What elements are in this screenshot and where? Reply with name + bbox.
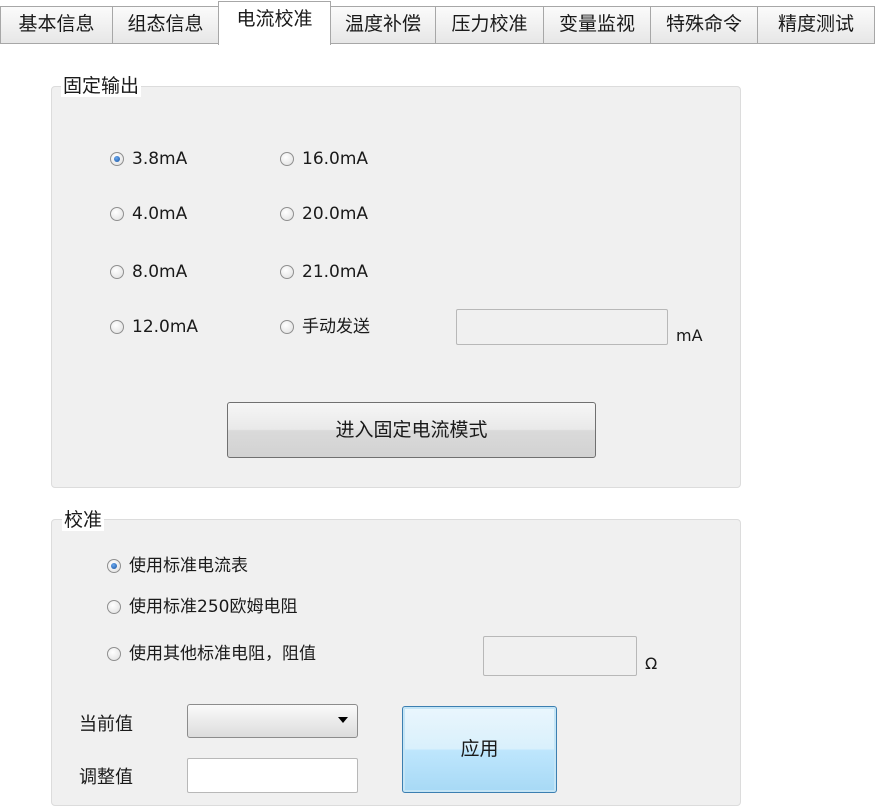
radio-icon bbox=[280, 152, 294, 166]
radio-icon bbox=[107, 647, 121, 661]
radio-21.0ma[interactable]: 21.0mA bbox=[280, 260, 368, 284]
radio-standard-250-ohm-resistor[interactable]: 使用标准250欧姆电阻 bbox=[107, 595, 297, 619]
radio-selected-icon bbox=[107, 559, 121, 573]
calibration-title: 校准 bbox=[62, 509, 105, 531]
radio-12.0ma[interactable]: 12.0mA bbox=[110, 315, 198, 339]
apply-button[interactable]: 应用 bbox=[402, 706, 557, 793]
manual-current-input[interactable] bbox=[456, 309, 668, 345]
radio-manual-send[interactable]: 手动发送 bbox=[280, 315, 370, 339]
tab-accuracy-test[interactable]: 精度测试 bbox=[757, 6, 875, 44]
adjust-value-input[interactable] bbox=[187, 758, 358, 793]
radio-standard-ammeter[interactable]: 使用标准电流表 bbox=[107, 554, 248, 578]
radio-icon bbox=[280, 320, 294, 334]
tab-bar: 基本信息 组态信息 电流校准 温度补偿 压力校准 变量监视 特殊命令 精度测试 bbox=[0, 0, 875, 45]
radio-8.0ma[interactable]: 8.0mA bbox=[110, 260, 187, 284]
radio-icon bbox=[110, 207, 124, 221]
radio-selected-icon bbox=[110, 152, 124, 166]
radio-3.8ma[interactable]: 3.8mA bbox=[110, 147, 187, 171]
tab-content-pane: 固定输出 3.8mA 16.0mA 4.0mA 20.0mA 8.0mA 21.… bbox=[0, 43, 875, 812]
radio-4.0ma[interactable]: 4.0mA bbox=[110, 202, 187, 226]
fixed-output-title: 固定输出 bbox=[61, 75, 142, 97]
radio-icon bbox=[280, 207, 294, 221]
radio-16.0ma[interactable]: 16.0mA bbox=[280, 147, 368, 171]
current-value-label: 当前值 bbox=[79, 714, 133, 735]
tab-basic-info[interactable]: 基本信息 bbox=[0, 6, 113, 44]
tab-variable-monitor[interactable]: 变量监视 bbox=[543, 6, 651, 44]
resistance-value-input[interactable] bbox=[483, 636, 637, 676]
radio-20.0ma[interactable]: 20.0mA bbox=[280, 202, 368, 226]
tab-pressure-calibration[interactable]: 压力校准 bbox=[435, 6, 544, 44]
radio-icon bbox=[107, 600, 121, 614]
tab-temperature-compensation[interactable]: 温度补偿 bbox=[330, 6, 436, 44]
tab-config-info[interactable]: 组态信息 bbox=[112, 6, 219, 44]
current-value-dropdown[interactable] bbox=[187, 704, 358, 738]
chevron-down-icon bbox=[338, 717, 348, 723]
tab-special-commands[interactable]: 特殊命令 bbox=[650, 6, 758, 44]
radio-icon bbox=[280, 265, 294, 279]
adjust-value-label: 调整值 bbox=[79, 767, 133, 788]
tab-current-calibration[interactable]: 电流校准 bbox=[218, 1, 331, 45]
radio-icon bbox=[110, 265, 124, 279]
radio-icon bbox=[110, 320, 124, 334]
radio-other-standard-resistor[interactable]: 使用其他标准电阻，阻值 bbox=[107, 642, 316, 666]
enter-fixed-current-mode-button[interactable]: 进入固定电流模式 bbox=[227, 402, 596, 458]
manual-current-unit: mA bbox=[676, 326, 703, 345]
resistance-unit: Ω bbox=[645, 654, 658, 673]
